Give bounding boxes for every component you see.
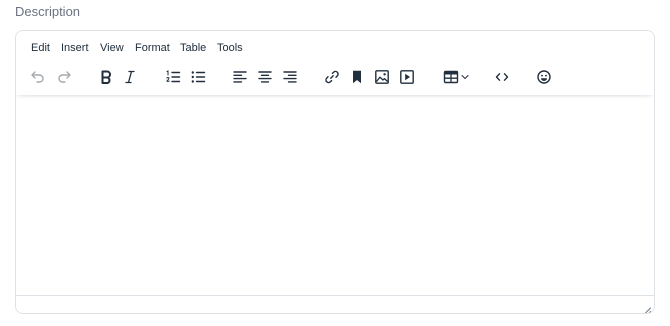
bullet-list-button[interactable] xyxy=(187,67,209,87)
code-icon xyxy=(495,73,509,81)
table-button[interactable] xyxy=(441,67,471,87)
numbered-list-icon xyxy=(166,70,181,83)
image-button[interactable] xyxy=(371,67,393,87)
chevron-down-icon xyxy=(461,75,469,79)
editor-statusbar xyxy=(16,295,654,313)
rich-text-editor: Edit Insert View Format Table Tools xyxy=(15,30,655,314)
menu-table[interactable]: Table xyxy=(180,39,206,57)
resize-handle[interactable] xyxy=(643,302,651,313)
numbered-list-button[interactable] xyxy=(162,67,184,87)
editor-header: Edit Insert View Format Table Tools xyxy=(16,31,654,95)
menu-edit[interactable]: Edit xyxy=(31,39,50,57)
description-label: Description xyxy=(15,4,81,19)
align-center-button[interactable] xyxy=(254,67,276,87)
align-left-icon xyxy=(233,71,247,83)
italic-icon xyxy=(125,70,135,84)
link-button[interactable] xyxy=(321,67,343,87)
emoji-icon xyxy=(537,70,551,84)
menu-tools[interactable]: Tools xyxy=(217,39,243,57)
resize-grip-icon xyxy=(644,307,651,313)
align-center-icon xyxy=(258,71,272,83)
source-code-button[interactable] xyxy=(491,67,513,87)
align-right-icon xyxy=(283,71,297,83)
image-icon xyxy=(375,70,389,84)
redo-button[interactable] xyxy=(53,67,75,87)
bookmark-button[interactable] xyxy=(346,67,368,87)
align-left-button[interactable] xyxy=(229,67,251,87)
media-button[interactable] xyxy=(396,67,418,87)
link-icon xyxy=(325,70,339,84)
undo-button[interactable] xyxy=(27,67,49,87)
editor-content-area[interactable] xyxy=(16,95,654,297)
menu-view[interactable]: View xyxy=(100,39,124,57)
table-icon xyxy=(443,70,459,84)
media-icon xyxy=(400,70,414,84)
bold-icon xyxy=(101,70,111,84)
redo-icon xyxy=(58,71,71,83)
bold-button[interactable] xyxy=(95,67,117,87)
undo-icon xyxy=(31,71,44,83)
bookmark-icon xyxy=(353,70,361,84)
bullet-list-icon xyxy=(191,71,206,83)
italic-button[interactable] xyxy=(119,67,141,87)
menu-insert[interactable]: Insert xyxy=(61,39,89,57)
align-right-button[interactable] xyxy=(279,67,301,87)
menu-format[interactable]: Format xyxy=(135,39,170,57)
emoji-button[interactable] xyxy=(533,67,555,87)
